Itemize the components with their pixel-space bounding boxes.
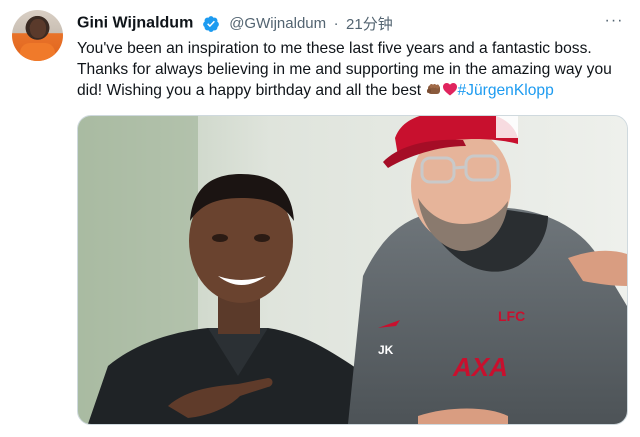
svg-text:JK: JK bbox=[378, 343, 394, 357]
tweet-timestamp[interactable]: 21分钟 bbox=[346, 16, 393, 33]
fist-bump-emoji-icon bbox=[426, 84, 440, 94]
author-handle[interactable]: @GWijnaldum bbox=[229, 15, 326, 32]
separator-dot: · bbox=[333, 15, 339, 32]
tweet-text: You've been an inspiration to me these l… bbox=[77, 38, 625, 101]
red-heart-emoji-icon bbox=[442, 83, 457, 96]
more-options-icon[interactable]: ··· bbox=[604, 13, 624, 32]
tweet[interactable]: Gini Wijnaldum @GWijnaldum · 21分钟 ··· Yo… bbox=[0, 0, 640, 437]
tweet-header: Gini Wijnaldum @GWijnaldum · 21分钟 bbox=[77, 13, 393, 35]
svg-text:AXA: AXA bbox=[452, 352, 508, 382]
photo-image: LFC AXA JK bbox=[78, 116, 627, 424]
hashtag-link[interactable]: #JürgenKlopp bbox=[458, 82, 554, 99]
tweet-photo[interactable]: LFC AXA JK bbox=[77, 115, 628, 425]
svg-text:LFC: LFC bbox=[498, 308, 525, 324]
author-display-name[interactable]: Gini Wijnaldum bbox=[77, 15, 193, 32]
verified-badge-icon bbox=[202, 15, 219, 32]
author-avatar[interactable] bbox=[12, 10, 63, 61]
